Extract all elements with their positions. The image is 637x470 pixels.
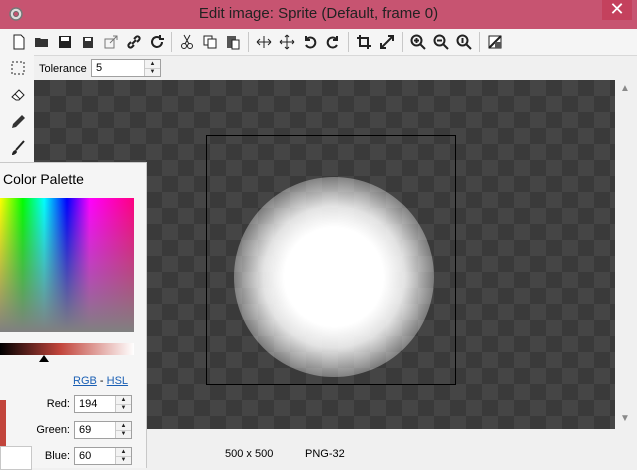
blue-stepper[interactable]: 60 ▲ ▼ [74,447,132,465]
toolbar [0,29,637,56]
tolerance-value: 5 [96,62,103,74]
zoom-reset-icon[interactable] [454,32,474,52]
palette-title: Color Palette [3,171,84,187]
toolbar-separator [248,32,249,52]
new-icon[interactable] [9,32,29,52]
options-bar: Tolerance 5 ▲ ▼ [34,56,637,80]
export-icon[interactable] [101,32,121,52]
paste-icon[interactable] [223,32,243,52]
blue-label: Blue: [44,450,70,462]
open-icon[interactable] [32,32,52,52]
save-icon[interactable] [55,32,75,52]
zoom-in-icon[interactable] [408,32,428,52]
toolbar-separator [348,32,349,52]
rgb-link[interactable]: RGB [73,375,97,387]
scroll-up-icon[interactable]: ▲ [620,83,630,94]
pencil-tool-icon[interactable] [8,112,28,132]
title-bar: Edit image: Sprite (Default, frame 0) ✕ [0,0,637,29]
red-stepper[interactable]: 194 ▲ ▼ [74,395,132,413]
move-icon[interactable] [277,32,297,52]
stepper-down-icon[interactable]: ▼ [116,430,131,438]
save-as-icon[interactable] [78,32,98,52]
stepper-down-icon[interactable]: ▼ [116,404,131,412]
resize-icon[interactable] [377,32,397,52]
green-value: 69 [79,424,92,436]
scroll-down-icon[interactable]: ▼ [620,413,630,424]
luminance-marker-icon[interactable] [39,355,49,362]
link-separator: - [99,375,104,387]
color-mode-links: RGB - HSL [73,375,128,387]
image-size: 500 x 500 [225,448,274,460]
green-label: Green: [36,424,70,436]
luminance-bar[interactable] [0,343,134,355]
vertical-scrollbar[interactable]: ▲ ▼ [615,80,637,429]
link-icon[interactable] [124,32,144,52]
hsl-link[interactable]: HSL [107,375,128,387]
color-spectrum[interactable] [0,198,134,332]
redo-icon[interactable] [323,32,343,52]
status-bar: 500 x 500 PNG-32 [146,445,637,467]
zoom-out-icon[interactable] [431,32,451,52]
toolbar-separator [171,32,172,52]
tolerance-stepper[interactable]: 5 ▲ ▼ [91,59,161,77]
color-palette-panel: Color Palette RGB - HSL Red: 194 ▲ ▼ Gree… [0,162,147,470]
stepper-down-icon[interactable]: ▼ [145,68,160,76]
image-bounds [206,135,456,385]
image-format: PNG-32 [305,448,345,460]
select-tool-icon[interactable] [8,58,28,78]
cut-icon[interactable] [177,32,197,52]
toolbar-separator [402,32,403,52]
undo-icon[interactable] [300,32,320,52]
current-color-swatch [0,400,6,446]
grid-icon[interactable] [485,32,505,52]
window-title: Edit image: Sprite (Default, frame 0) [198,5,439,22]
red-value: 194 [79,398,98,410]
copy-icon[interactable] [200,32,220,52]
green-stepper[interactable]: 69 ▲ ▼ [74,421,132,439]
crop-icon[interactable] [354,32,374,52]
toolbar-separator [479,32,480,52]
blue-value: 60 [79,450,92,462]
red-label: Red: [46,398,70,410]
tolerance-label: Tolerance [39,63,87,75]
stepper-down-icon[interactable]: ▼ [116,456,131,464]
previous-color-swatch [0,446,32,470]
close-button[interactable]: ✕ [602,0,632,20]
refresh-icon[interactable] [147,32,167,52]
brush-tool-icon[interactable] [8,138,28,158]
flip-horizontal-icon[interactable] [254,32,274,52]
eraser-tool-icon[interactable] [8,84,28,104]
